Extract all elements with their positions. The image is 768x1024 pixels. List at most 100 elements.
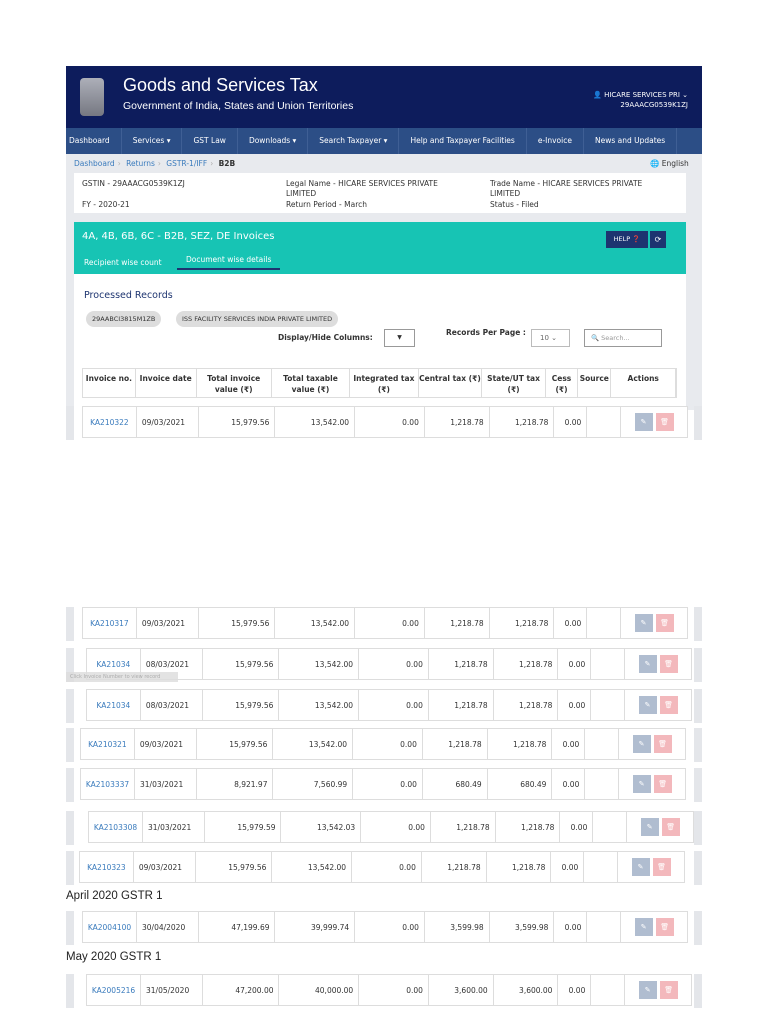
- actions-cell: ✎ 🗑: [625, 649, 691, 679]
- refresh-button[interactable]: ⟳: [650, 231, 666, 248]
- search-input[interactable]: 🔍 Search...: [584, 329, 662, 347]
- nav-downloads[interactable]: Downloads ▾: [238, 128, 309, 154]
- total-invoice-value: 15,979.56: [199, 407, 276, 437]
- table-row: KA210323 09/03/2021 15,979.56 13,542.00 0.00…: [66, 851, 702, 885]
- delete-button[interactable]: 🗑: [653, 735, 672, 753]
- source: [591, 649, 626, 679]
- tooltip: Click Invoice Number to view record: [66, 672, 178, 682]
- invoice-number-link[interactable]: KA2103337: [81, 769, 135, 799]
- total-taxable-value: 13,542.03: [281, 812, 362, 842]
- nav-e-invoice[interactable]: e-Invoice: [527, 128, 584, 154]
- integrated-tax: 0.00: [361, 812, 431, 842]
- invoice-number-link[interactable]: KA210322: [83, 407, 137, 437]
- tab-recipient-wise-count[interactable]: Recipient wise count: [84, 258, 162, 267]
- cess: 0.00: [560, 812, 594, 842]
- section-may-2020: May 2020 GSTR 1: [66, 951, 162, 963]
- actions-cell: ✎ 🗑: [621, 912, 687, 942]
- status: Status - Filed: [490, 200, 539, 209]
- edit-button[interactable]: ✎: [631, 858, 650, 876]
- invoice-number-link[interactable]: KA2005216: [87, 975, 141, 1005]
- invoice-date: 31/03/2021: [143, 812, 205, 842]
- edit-button[interactable]: ✎: [640, 818, 659, 836]
- state-ut-tax: 1,218.78: [496, 812, 561, 842]
- source: [584, 852, 619, 882]
- state-ut-tax: 1,218.78: [490, 407, 555, 437]
- invoice-number-link[interactable]: KA21034: [87, 690, 141, 720]
- nav-services[interactable]: Services ▾: [122, 128, 183, 154]
- delete-button[interactable]: 🗑: [659, 655, 678, 673]
- source: [587, 608, 622, 638]
- edit-button[interactable]: ✎: [632, 775, 651, 793]
- total-invoice-value: 15,979.56: [199, 608, 276, 638]
- row-left-edge: [66, 974, 74, 1008]
- column-header[interactable]: Central tax (₹): [419, 369, 483, 397]
- column-header[interactable]: State/UT tax (₹): [482, 369, 546, 397]
- user-menu[interactable]: 👤 HICARE SERVICES PRI ⌄ 29AAACG0539K1ZJ: [593, 90, 688, 110]
- invoice-date: 30/04/2020: [137, 912, 199, 942]
- breadcrumb-current: B2B: [218, 159, 236, 168]
- language-selector[interactable]: 🌐 English: [650, 159, 689, 168]
- column-header[interactable]: Invoice no.: [83, 369, 136, 397]
- column-header[interactable]: Total taxable value (₹): [272, 369, 351, 397]
- cess: 0.00: [554, 912, 588, 942]
- row-right-edge: [694, 689, 702, 723]
- edit-button[interactable]: ✎: [634, 918, 653, 936]
- pencil-icon: ✎: [646, 823, 653, 831]
- nav-news[interactable]: News and Updates: [584, 128, 678, 154]
- delete-button[interactable]: 🗑: [659, 981, 678, 999]
- total-taxable-value: 13,542.00: [275, 608, 356, 638]
- invoice-number-link[interactable]: KA210321: [81, 729, 135, 759]
- edit-button[interactable]: ✎: [638, 696, 657, 714]
- trash-icon: 🗑: [664, 701, 674, 709]
- edit-button[interactable]: ✎: [632, 735, 651, 753]
- central-tax: 3,599.98: [425, 912, 490, 942]
- display-hide-columns-dropdown[interactable]: ▼: [384, 329, 415, 347]
- delete-button[interactable]: 🗑: [653, 775, 672, 793]
- invoice-date: 31/03/2021: [135, 769, 197, 799]
- edit-button[interactable]: ✎: [634, 614, 653, 632]
- edit-button[interactable]: ✎: [634, 413, 653, 431]
- breadcrumb-returns[interactable]: Returns: [126, 159, 155, 168]
- integrated-tax: 0.00: [355, 912, 425, 942]
- cess: 0.00: [554, 407, 588, 437]
- pencil-icon: ✎: [638, 780, 645, 788]
- nav-dashboard[interactable]: Dashboard: [66, 128, 122, 154]
- delete-button[interactable]: 🗑: [655, 413, 674, 431]
- delete-button[interactable]: 🗑: [661, 818, 680, 836]
- breadcrumb-gstr1[interactable]: GSTR-1/IFF: [166, 159, 207, 168]
- processed-records-heading: Processed Records: [84, 290, 173, 301]
- records-per-page-select[interactable]: 10 ⌄: [531, 329, 570, 347]
- total-taxable-value: 13,542.00: [272, 852, 353, 882]
- delete-button[interactable]: 🗑: [659, 696, 678, 714]
- column-header[interactable]: Total invoice value (₹): [197, 369, 272, 397]
- delete-button[interactable]: 🗑: [652, 858, 671, 876]
- central-tax: 1,218.78: [425, 407, 490, 437]
- state-ut-tax: 1,218.78: [494, 690, 559, 720]
- invoice-number-link[interactable]: KA210317: [83, 608, 137, 638]
- total-invoice-value: 47,199.69: [199, 912, 276, 942]
- invoice-number-link[interactable]: KA210323: [80, 852, 134, 882]
- nav-help[interactable]: Help and Taxpayer Facilities: [399, 128, 527, 154]
- nav-search-taxpayer[interactable]: Search Taxpayer ▾: [308, 128, 400, 154]
- invoice-row: KA2005216 31/05/2020 47,200.00 40,000.00 0.0…: [86, 974, 692, 1006]
- user-icon: 👤: [593, 91, 602, 99]
- edit-button[interactable]: ✎: [638, 981, 657, 999]
- total-invoice-value: 15,979.59: [205, 812, 282, 842]
- help-button[interactable]: HELP ❓: [606, 231, 648, 248]
- tab-document-wise-details[interactable]: Document wise details: [177, 255, 281, 270]
- column-header[interactable]: Source: [578, 369, 612, 397]
- column-header[interactable]: Actions: [611, 369, 677, 397]
- trash-icon: 🗑: [666, 823, 676, 831]
- edit-button[interactable]: ✎: [638, 655, 657, 673]
- invoice-number-link[interactable]: KA2004100: [83, 912, 137, 942]
- column-header[interactable]: Invoice date: [136, 369, 197, 397]
- source: [591, 975, 626, 1005]
- invoice-number-link[interactable]: KA2103308: [89, 812, 143, 842]
- delete-button[interactable]: 🗑: [655, 918, 674, 936]
- delete-button[interactable]: 🗑: [655, 614, 674, 632]
- trash-icon: 🗑: [660, 619, 670, 627]
- column-header[interactable]: Cess (₹): [546, 369, 579, 397]
- breadcrumb-dashboard[interactable]: Dashboard: [74, 159, 115, 168]
- column-header[interactable]: Integrated tax (₹): [350, 369, 419, 397]
- nav-gst-law[interactable]: GST Law: [182, 128, 238, 154]
